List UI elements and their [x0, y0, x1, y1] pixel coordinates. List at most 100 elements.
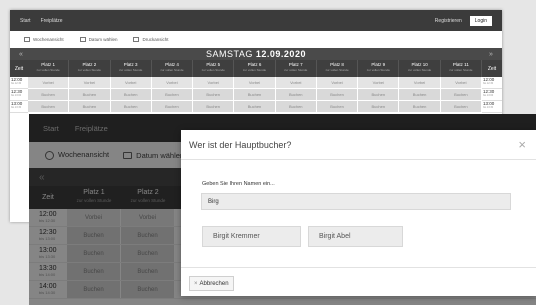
- nav-start[interactable]: Start: [20, 18, 31, 24]
- book-button[interactable]: Buchen: [358, 101, 400, 113]
- court-header: Platz 3 zur vollen Stunde: [110, 60, 152, 77]
- zeit-header: Zeit: [10, 60, 28, 77]
- close-icon[interactable]: ×: [518, 138, 526, 151]
- court-name: Platz 7: [288, 62, 303, 67]
- current-date: SAMSTAG 12.09.2020: [206, 49, 306, 59]
- name-prompt: Geben Sie Ihren Namen ein...: [202, 181, 275, 187]
- print-icon: [133, 37, 140, 43]
- court-header: Platz 8 zur vollen Stunde: [316, 60, 359, 77]
- court-name: Platz 8: [330, 62, 344, 67]
- past-slot: Vorbei: [358, 77, 400, 89]
- court-subtitle: zur vollen Stunde: [119, 68, 143, 72]
- court-name: Platz 1: [41, 62, 56, 67]
- court-header: Platz 11 zur vollen Stunde: [440, 60, 482, 77]
- calendar-icon: [79, 37, 86, 43]
- zeit-header: Zeit: [482, 60, 502, 77]
- court-header: Platz 4 zur vollen Stunde: [151, 60, 194, 77]
- time-slot: 12:00 bis 12:30: [482, 77, 502, 89]
- past-slot: Vorbei: [151, 77, 194, 89]
- book-button[interactable]: Buchen: [399, 89, 441, 101]
- time-range: bis 13:00: [11, 94, 22, 97]
- court-subtitle: zur vollen Stunde: [284, 68, 308, 72]
- book-button[interactable]: Buchen: [440, 101, 482, 113]
- time-slot: 12:30 bis 13:00: [10, 89, 28, 101]
- book-button[interactable]: Buchen: [151, 101, 194, 113]
- time-range: bis 13:00: [483, 94, 494, 97]
- book-button[interactable]: Buchen: [234, 89, 276, 101]
- book-button[interactable]: Buchen: [275, 101, 317, 113]
- past-slot: Vorbei: [234, 77, 276, 89]
- court-subtitle: zur vollen Stunde: [366, 68, 390, 72]
- court-subtitle: zur vollen Stunde: [77, 68, 101, 72]
- main-booker-dialog: Wer ist der Hauptbucher? × Geben Sie Ihr…: [181, 130, 536, 296]
- court-subtitle: zur vollen Stunde: [242, 68, 267, 72]
- book-button[interactable]: Buchen: [69, 89, 111, 101]
- book-button[interactable]: Buchen: [110, 101, 152, 113]
- past-slot: Vorbei: [28, 77, 70, 89]
- cancel-button[interactable]: × Abbrechen: [189, 276, 234, 291]
- suggestion-button[interactable]: Birgit Abel: [308, 226, 403, 247]
- past-slot: Vorbei: [316, 77, 359, 89]
- week-view-button[interactable]: Wochenansicht: [24, 37, 64, 43]
- book-button[interactable]: Buchen: [234, 101, 276, 113]
- past-slot: Vorbei: [110, 77, 152, 89]
- court-subtitle: zur vollen Stunde: [407, 68, 432, 72]
- time-slot: 13:00 bis 13:30: [482, 101, 502, 113]
- court-subtitle: zur vollen Stunde: [160, 68, 184, 72]
- time-slot: 12:00 bis 12:30: [10, 77, 28, 89]
- choose-date-button[interactable]: Datum wählen: [79, 37, 117, 43]
- refresh-icon: [24, 37, 30, 43]
- book-button[interactable]: Buchen: [316, 101, 359, 113]
- past-slot: Vorbei: [440, 77, 482, 89]
- book-button[interactable]: Buchen: [358, 89, 400, 101]
- back-toolbar: Wochenansicht Datum wählen Druckansicht: [10, 31, 502, 48]
- court-name: Platz 3: [123, 62, 138, 67]
- login-button[interactable]: Login: [469, 15, 492, 26]
- court-header: Platz 9 zur vollen Stunde: [358, 60, 400, 77]
- court-name: Platz 5: [206, 62, 221, 67]
- court-subtitle: zur vollen Stunde: [325, 68, 349, 72]
- court-name: Platz 9: [371, 62, 386, 67]
- past-slot: Vorbei: [399, 77, 441, 89]
- court-name: Platz 2: [82, 62, 97, 67]
- dialog-title: Wer ist der Hauptbucher?: [181, 130, 536, 160]
- book-button[interactable]: Buchen: [110, 89, 152, 101]
- court-header: Platz 6 zur vollen Stunde: [234, 60, 276, 77]
- back-top-nav: Start Freiplätze Registrieren Login: [10, 10, 502, 31]
- prev-day-button[interactable]: «: [10, 51, 32, 58]
- past-slot: Vorbei: [275, 77, 317, 89]
- time-range: bis 12:30: [483, 82, 494, 85]
- suggestion-button[interactable]: Birgit Kremmer: [202, 226, 301, 247]
- book-button[interactable]: Buchen: [399, 101, 441, 113]
- time-range: bis 13:30: [11, 106, 22, 109]
- print-view-button[interactable]: Druckansicht: [133, 37, 168, 43]
- book-button[interactable]: Buchen: [316, 89, 359, 101]
- book-button[interactable]: Buchen: [193, 101, 235, 113]
- next-day-button[interactable]: »: [480, 51, 502, 58]
- court-header: Platz 10 zur vollen Stunde: [399, 60, 441, 77]
- time-slot: 13:00 bis 13:30: [10, 101, 28, 113]
- past-slot: Vorbei: [193, 77, 235, 89]
- time-slot: 12:30 bis 13:00: [482, 89, 502, 101]
- court-header: Platz 7 zur vollen Stunde: [275, 60, 317, 77]
- book-button[interactable]: Buchen: [440, 89, 482, 101]
- court-name: Platz 6: [247, 62, 262, 67]
- date-header: « SAMSTAG 12.09.2020 »: [10, 48, 502, 60]
- nav-freiplaetze[interactable]: Freiplätze: [41, 18, 63, 24]
- time-range: bis 12:30: [11, 82, 22, 85]
- booking-grid: Zeit Platz 1 zur vollen Stunde Platz 2 zur v…: [10, 60, 502, 113]
- register-link[interactable]: Registrieren: [435, 18, 462, 24]
- book-button[interactable]: Buchen: [275, 89, 317, 101]
- past-slot: Vorbei: [69, 77, 111, 89]
- name-search-input[interactable]: Birg: [201, 193, 511, 210]
- court-name: Platz 4: [165, 62, 179, 67]
- close-icon: ×: [194, 280, 198, 287]
- book-button[interactable]: Buchen: [69, 101, 111, 113]
- book-button[interactable]: Buchen: [193, 89, 235, 101]
- book-button[interactable]: Buchen: [28, 101, 70, 113]
- court-name: Platz 10: [411, 62, 428, 67]
- book-button[interactable]: Buchen: [151, 89, 194, 101]
- court-header: Platz 2 zur vollen Stunde: [69, 60, 111, 77]
- book-button[interactable]: Buchen: [28, 89, 70, 101]
- court-subtitle: zur vollen Stunde: [449, 68, 473, 72]
